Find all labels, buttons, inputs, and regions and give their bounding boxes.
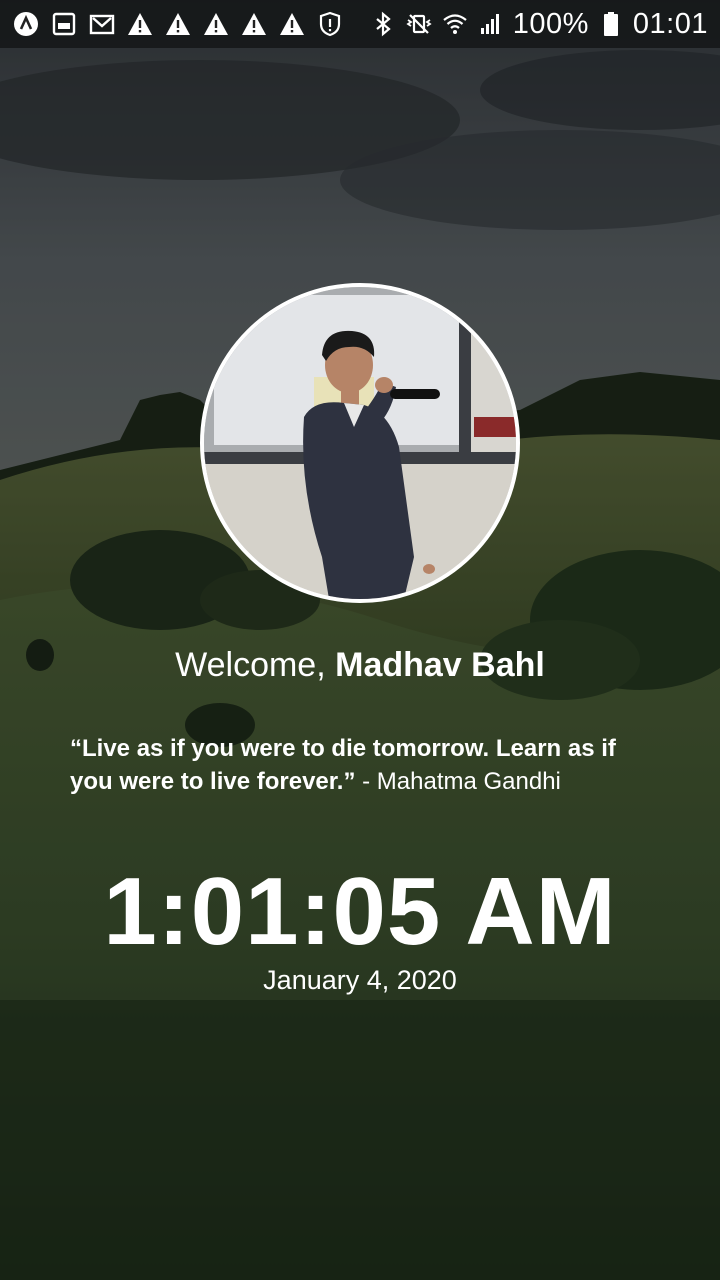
status-bar: 100% 01:01 (0, 0, 720, 48)
battery-icon (597, 10, 625, 38)
wifi-icon (441, 10, 469, 38)
background-dim-overlay (0, 0, 720, 1280)
image-icon (50, 10, 78, 38)
shield-alert-icon (316, 10, 344, 38)
warning-icon (126, 10, 154, 38)
bluetooth-icon (369, 10, 397, 38)
clock-time: 1:01:05 AM (103, 858, 617, 965)
warning-icon (164, 10, 192, 38)
welcome-message: Welcome, Madhav Bahl (0, 642, 720, 688)
notification-icons (12, 10, 344, 38)
welcome-prefix: Welcome, (175, 646, 336, 684)
battery-percentage: 100% (512, 7, 589, 40)
profile-avatar (200, 283, 520, 603)
warning-icon (202, 10, 230, 38)
user-name: Madhav Bahl (335, 646, 545, 684)
warning-icon (240, 10, 268, 38)
status-time: 01:01 (632, 7, 708, 40)
signal-icon (477, 10, 505, 38)
warning-icon (278, 10, 306, 38)
clock-date: January 4, 2020 (263, 965, 457, 995)
quote-block: “Live as if you were to die tomorrow. Le… (70, 732, 660, 798)
vibrate-mute-icon (405, 10, 433, 38)
home-screen: 100% 01:01 Welcome, Madhav Bahl “Live as… (0, 0, 720, 1280)
app-a-icon (12, 10, 40, 38)
gmail-icon (88, 10, 116, 38)
quote-author: - Mahatma Gandhi (355, 768, 561, 795)
system-status: 100% 01:01 (369, 8, 708, 41)
